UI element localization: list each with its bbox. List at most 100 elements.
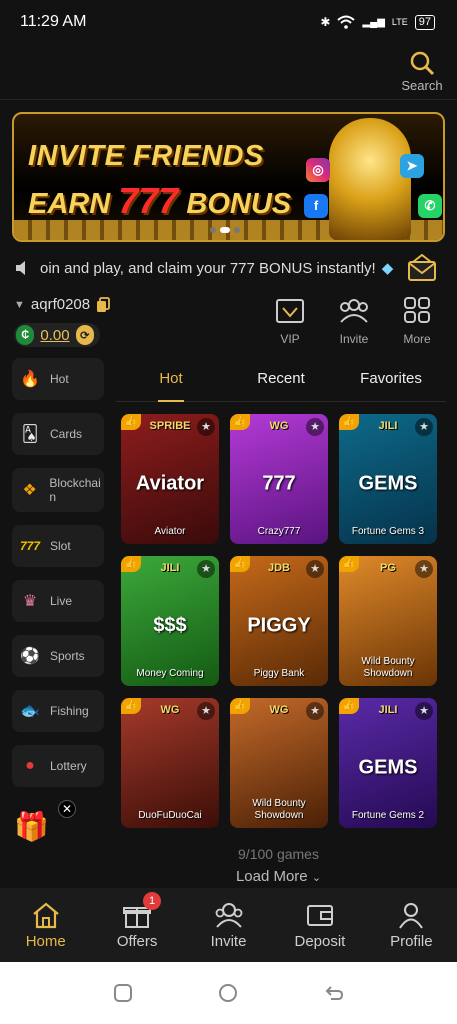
grid-icon [404, 297, 430, 323]
game-grid: 👍 ★ SPRIBE Aviator Aviator 👍 ★ WG 777 Cr… [121, 414, 439, 828]
game-name: Wild Bounty Showdown [361, 656, 415, 679]
diamond-icon: ◆ [381, 260, 394, 277]
category-sports[interactable]: ⚽ Sports [12, 635, 104, 677]
mail-icon[interactable] [407, 254, 437, 282]
whatsapp-icon: ✆ [418, 194, 442, 218]
game-card[interactable]: 👍 ★ JILI $$$ Money Coming [121, 556, 219, 686]
game-art: $$$ [153, 614, 187, 637]
username-row: ▼ aqrf0208 [14, 296, 111, 313]
banner-subtitle: EARN 777 BONUS [28, 180, 292, 221]
nav-invite[interactable]: Invite [183, 888, 274, 962]
bonus-number: 777 [118, 180, 179, 221]
nav-profile[interactable]: Profile [366, 888, 457, 962]
tab-recent[interactable]: Recent [226, 360, 336, 401]
home-icon [32, 902, 59, 928]
nav-offers[interactable]: 1 Offers [91, 888, 182, 962]
instagram-icon: ◎ [306, 158, 330, 182]
blockchain-icon: ❖ [22, 482, 37, 499]
game-card[interactable]: 👍 ★ SPRIBE Aviator Aviator [121, 414, 219, 544]
promo-banner[interactable]: INVITE FRIENDS EARN 777 BONUS ◎ ➤ f ✆ [12, 112, 445, 242]
game-tabs: Hot Recent Favorites [116, 360, 446, 402]
category-hot[interactable]: 🔥 Hot [12, 358, 104, 400]
category-blockchain[interactable]: ❖ Blockchain [12, 468, 104, 512]
speaker-icon [16, 261, 25, 275]
facebook-icon: f [304, 194, 328, 218]
nav-deposit[interactable]: Deposit [274, 888, 365, 962]
vip-button[interactable]: VIP [262, 296, 318, 346]
bottom-navigation: Home 1 Offers Invite Deposit Profile [0, 888, 457, 962]
game-name: Aviator [154, 526, 186, 537]
game-card[interactable]: 👍 ★ JDB PIGGY Piggy Bank [230, 556, 328, 686]
category-live[interactable]: ♛ Live [12, 580, 104, 622]
game-card[interactable]: 👍 ★ WG Wild Bounty Showdown [230, 698, 328, 828]
refresh-icon[interactable]: ⟳ [75, 325, 94, 345]
provider-logo: WG [160, 704, 180, 716]
search-label: Search [401, 78, 443, 93]
provider-logo: JILI [378, 420, 398, 432]
group-icon [340, 299, 368, 323]
nav-home[interactable]: Home [0, 888, 91, 962]
load-more-button[interactable]: Load More ⌄ [0, 868, 457, 885]
status-bar: 11:29 AM ✱ ▂▄▆ LTE 97 [0, 0, 457, 44]
provider-logo: JILI [160, 562, 180, 574]
lte-label: LTE [391, 17, 408, 27]
search-icon [410, 51, 435, 76]
game-card[interactable]: 👍 ★ WG 777 Crazy777 [230, 414, 328, 544]
wifi-icon [337, 15, 356, 29]
game-card[interactable]: 👍 ★ JILI GEMS Fortune Gems 2 [339, 698, 437, 828]
status-icons: ✱ ▂▄▆ LTE 97 [320, 14, 435, 30]
game-name: Fortune Gems 2 [351, 810, 425, 821]
back-icon[interactable] [323, 982, 345, 1004]
person-icon [399, 902, 424, 929]
tab-favorites[interactable]: Favorites [336, 360, 446, 401]
game-art: 777 [262, 472, 296, 495]
app-header: Search [0, 44, 457, 100]
game-art: GEMS [358, 472, 418, 495]
signal-icon: ▂▄▆ [362, 16, 385, 28]
game-card[interactable]: 👍 ★ WG DuoFuDuoCai [121, 698, 219, 828]
slot-777-icon: 777 [19, 539, 41, 553]
floating-gift-widget[interactable]: 🎁 ✕ [14, 800, 76, 850]
copy-icon[interactable] [96, 296, 111, 313]
balance-pill: ₵ 0.00 ⟳ [14, 323, 100, 347]
game-art: Aviator [135, 472, 205, 495]
invite-quick-button[interactable]: Invite [326, 296, 382, 346]
provider-logo: WG [269, 420, 289, 432]
cards-icon: 🂡 [21, 426, 39, 443]
category-fishing[interactable]: 🐟 Fishing [12, 690, 104, 732]
close-icon[interactable]: ✕ [58, 800, 76, 818]
telegram-icon: ➤ [400, 154, 424, 178]
tab-hot[interactable]: Hot [116, 360, 226, 401]
game-art: PIGGY [247, 614, 311, 637]
balance-amount: 0.00 [40, 326, 70, 344]
category-lottery[interactable]: ● Lottery [12, 745, 104, 787]
provider-logo: JILI [378, 704, 398, 716]
banner-title: INVITE FRIENDS [28, 140, 264, 172]
search-button[interactable]: Search [399, 50, 445, 93]
home-circle-icon[interactable] [217, 982, 239, 1004]
provider-logo: PG [380, 562, 396, 574]
battery-icon: 97 [414, 14, 435, 30]
system-navigation-bar [0, 962, 457, 1024]
provider-logo: JDB [267, 562, 290, 574]
game-name: Wild Bounty Showdown [252, 798, 306, 821]
wallet-icon [306, 904, 333, 926]
username: aqrf0208 [30, 296, 91, 313]
live-dealer-icon: ♛ [22, 593, 38, 610]
game-name: Fortune Gems 3 [351, 526, 425, 537]
provider-logo: SPRIBE [149, 420, 191, 432]
game-card[interactable]: 👍 ★ JILI GEMS Fortune Gems 3 [339, 414, 437, 544]
gift-box-icon: 🎁 [14, 811, 49, 842]
fire-icon: 🔥 [20, 371, 40, 388]
caret-down-icon[interactable]: ▼ [14, 299, 25, 311]
crown-icon [276, 299, 304, 323]
category-cards[interactable]: 🂡 Cards [12, 413, 104, 455]
game-card[interactable]: 👍 ★ PG Wild Bounty Showdown [339, 556, 437, 686]
game-art: GEMS [358, 756, 418, 779]
soccer-ball-icon: ⚽ [20, 648, 40, 665]
more-button[interactable]: More [389, 296, 445, 346]
recents-icon[interactable] [112, 982, 134, 1004]
announcement-bar: oin and play, and claim your 777 BONUS i… [0, 252, 457, 284]
currency-icon: ₵ [16, 325, 35, 345]
category-slot[interactable]: 777 Slot [12, 525, 104, 567]
